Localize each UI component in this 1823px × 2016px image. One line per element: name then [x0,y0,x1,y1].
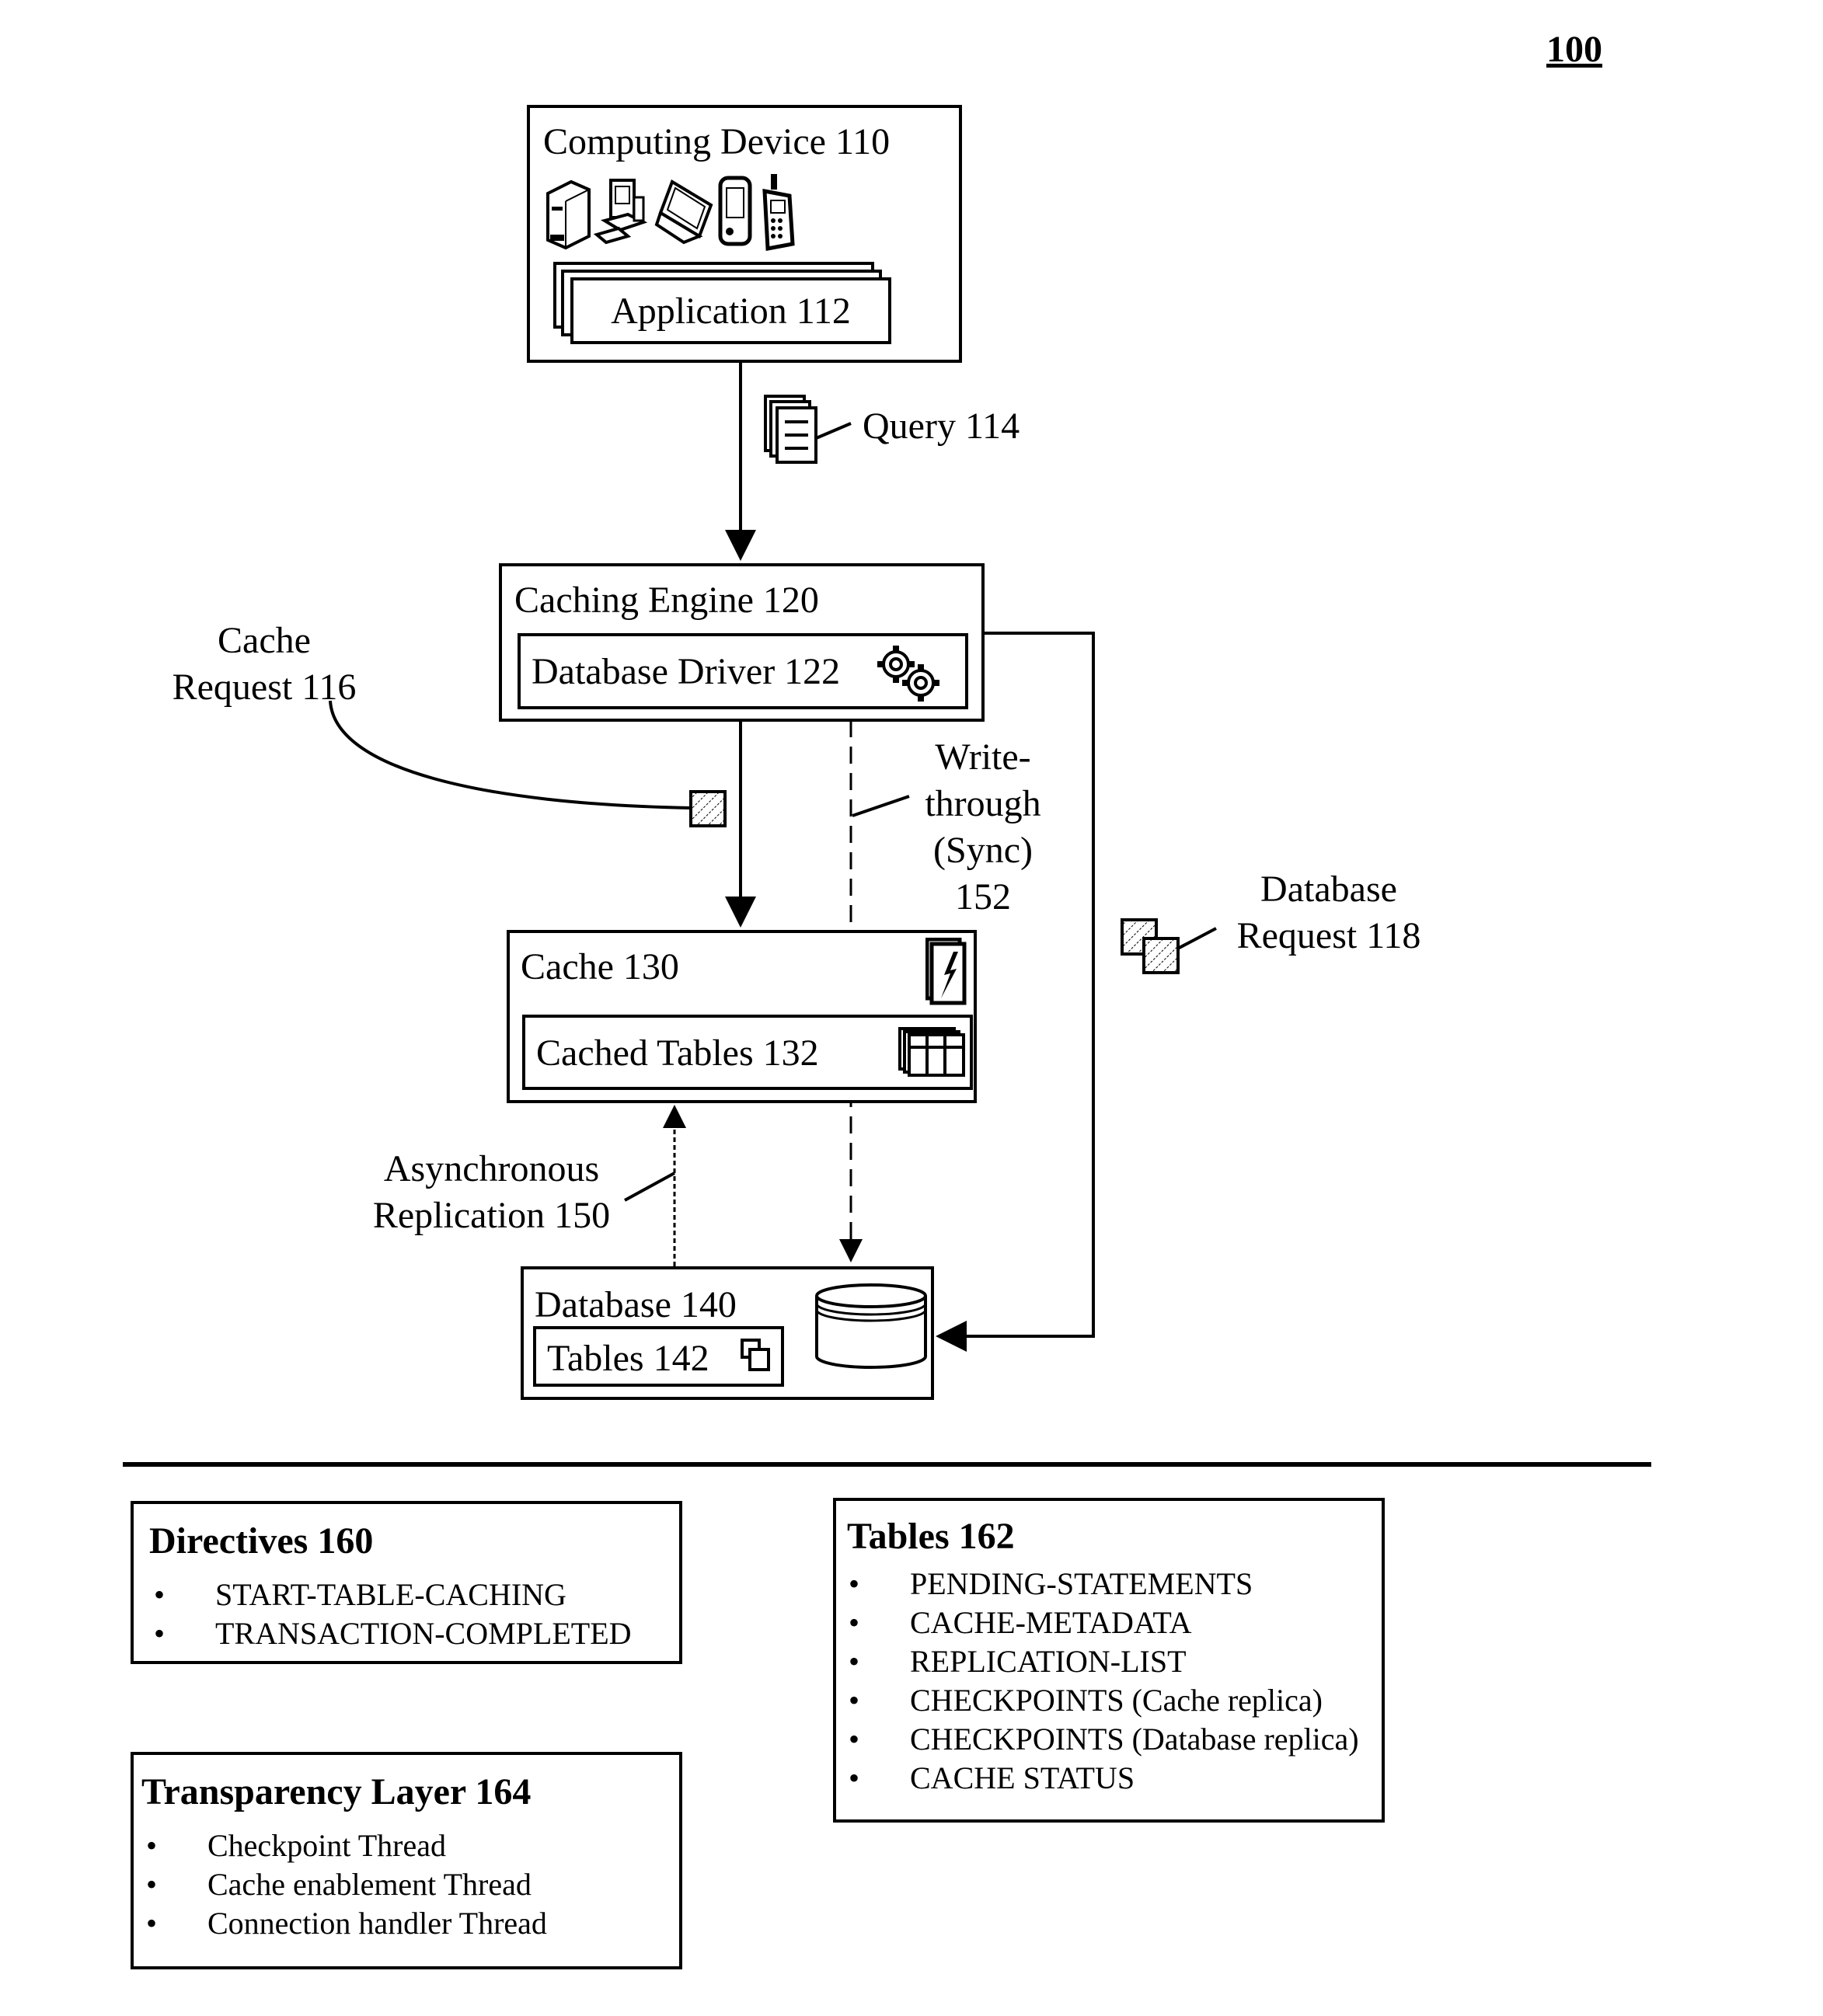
stacked-table-icon [898,1027,965,1077]
database-box: Database 140 Tables 142 [521,1266,934,1400]
thread-item: Connection handler Thread [134,1904,547,1943]
hatched-packet-icon [689,790,727,827]
table-item: CHECKPOINTS (Cache replica) [836,1681,1359,1720]
async-replication-callout-line [624,1172,675,1202]
computing-device-label: Computing Device 110 [543,121,891,162]
hatched-packets-icon [1121,918,1180,974]
caching-engine-box: Caching Engine 120 Database Driver 122 [499,563,985,722]
application-label: Application 112 [611,291,851,332]
table-item: PENDING-STATEMENTS [836,1565,1359,1603]
database-driver-box: Database Driver 122 [518,633,968,709]
table-item: CACHE-METADATA [836,1603,1359,1642]
directives-title: Directives 160 [149,1520,374,1562]
async-replication-label-line1: Asynchronous [383,1148,600,1189]
write-through-label-line4: 152 [955,876,1011,917]
table-item: CHECKPOINTS (Database replica) [836,1720,1359,1759]
transparency-layer-legend: Transparency Layer 164 Checkpoint Thread… [131,1752,682,1969]
table-item: CACHE STATUS [836,1759,1359,1798]
cache-label: Cache 130 [521,946,679,987]
laptop-icon [654,179,713,245]
desktop-computer-icon [593,179,648,245]
async-replication-label-line2: Replication 150 [372,1195,611,1236]
directive-item: TRANSACTION-COMPLETED [141,1614,632,1653]
cache-box: Cache 130 Cached Tables 132 [507,930,977,1103]
transparency-layer-title: Transparency Layer 164 [141,1771,532,1812]
database-request-label: Database Request 118 [1220,866,1438,959]
gears-icon [877,646,939,702]
query-label: Query 114 [863,406,1020,447]
tables-142-label: Tables 142 [547,1338,709,1379]
cached-tables-box: Cached Tables 132 [522,1015,973,1090]
tables-162-legend: Tables 162 PENDING-STATEMENTS CACHE-META… [833,1498,1385,1823]
cache-request-label-line2: Request 116 [172,667,357,708]
thread-item: Checkpoint Thread [134,1826,547,1865]
database-cylinder-icon [815,1283,927,1369]
table-item: REPLICATION-LIST [836,1642,1359,1681]
mobile-phone-icon [762,174,795,251]
copy-icon [741,1339,770,1371]
write-through-label-line1: Write- [935,736,1031,778]
tables-162-title: Tables 162 [847,1516,1015,1557]
cache-request-label: Cache Request 116 [163,618,365,711]
lightning-document-icon [925,938,967,1005]
write-through-label-line3: (Sync) [933,830,1033,871]
write-through-label-line2: through [925,783,1041,824]
documents-stack-icon [764,395,817,464]
application-box: Application 112 [570,277,891,344]
tables-142-box: Tables 142 [533,1326,784,1387]
caching-engine-label: Caching Engine 120 [514,580,819,621]
query-callout-line [814,422,852,440]
tables-162-list: PENDING-STATEMENTS CACHE-METADATA REPLIC… [836,1565,1359,1798]
directives-legend: Directives 160 START-TABLE-CACHING TRANS… [131,1501,682,1664]
thread-item: Cache enablement Thread [134,1865,547,1904]
async-replication-label: Asynchronous Replication 150 [357,1146,626,1239]
write-through-label: Write- through (Sync) 152 [901,734,1065,921]
transparency-layer-list: Checkpoint Thread Cache enablement Threa… [134,1826,547,1943]
directives-list: START-TABLE-CACHING TRANSACTION-COMPLETE… [141,1576,632,1653]
cache-request-label-line1: Cache [218,620,311,661]
database-driver-label: Database Driver 122 [532,651,841,692]
directive-item: START-TABLE-CACHING [141,1576,632,1614]
server-tower-icon [546,179,591,250]
database-request-label-line1: Database [1260,869,1397,910]
database-request-label-line2: Request 118 [1236,915,1421,956]
computing-device-box: Computing Device 110 Application 112 [527,105,962,363]
pda-icon [718,176,752,246]
cached-tables-label: Cached Tables 132 [536,1032,819,1074]
device-icons [546,174,795,251]
database-label: Database 140 [535,1284,737,1325]
